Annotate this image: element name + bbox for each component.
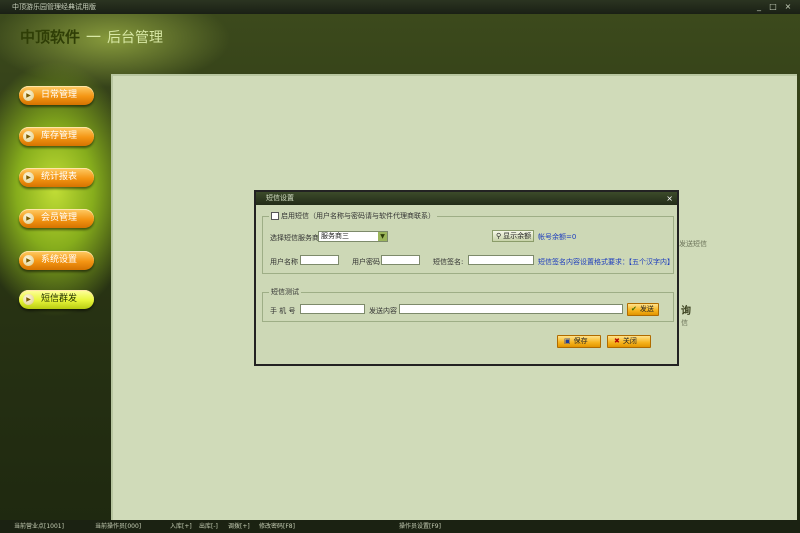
check-icon: ✔	[631, 305, 637, 313]
close-window-button[interactable]: ×	[783, 2, 793, 12]
account-balance: 帐号余额=0	[538, 233, 577, 241]
window-titlebar: 中顶游乐园管理经典试用版 _ □ ×	[0, 0, 800, 14]
button-label: 保存	[573, 337, 588, 345]
close-icon: ✖	[614, 337, 620, 345]
show-balance-button[interactable]: ⚲ 显示余额	[492, 230, 534, 242]
phone-field[interactable]	[300, 304, 365, 314]
play-icon: ▶	[23, 90, 34, 101]
sms-test-group: 短信测试 手 机 号 发送内容 ✔ 发送	[262, 287, 674, 322]
nav-sms-broadcast[interactable]: ▶ 短信群发	[19, 290, 94, 309]
status-operator: 当前操作员[000]	[95, 523, 142, 530]
floppy-disk-icon: ▣	[564, 337, 571, 345]
status-store: 当前营业点[1001]	[14, 523, 64, 530]
play-icon: ▶	[23, 255, 34, 266]
close-button[interactable]: ✖ 关闭	[607, 335, 651, 348]
button-label: 显示余额	[503, 232, 532, 240]
username-label: 用户名称	[270, 258, 298, 266]
send-button[interactable]: ✔ 发送	[627, 303, 659, 316]
close-icon[interactable]: ×	[666, 192, 673, 205]
sms-enable-group: 启用短信（用户名称与密码请与软件代理商联系） 选择短信服务商 服务商三 ▼ ⚲ 显…	[262, 211, 674, 274]
nav-daily-management[interactable]: ▶ 日常管理	[19, 86, 94, 105]
group-legend: 短信测试	[269, 287, 301, 297]
status-operator-settings[interactable]: 操作员设置[F9]	[399, 520, 441, 533]
phone-label: 手 机 号	[270, 307, 296, 315]
button-label: 发送	[639, 305, 654, 313]
play-icon: ▶	[23, 294, 34, 305]
nav-label: 系统设置	[41, 255, 78, 265]
brand-separator: 一	[86, 28, 102, 46]
signature-label: 短信签名:	[433, 258, 464, 266]
nav-label: 短信群发	[41, 294, 78, 304]
dialog-title: 短信设置	[266, 194, 294, 202]
window-title: 中顶游乐园管理经典试用版	[12, 3, 96, 11]
nav-member-management[interactable]: ▶ 会员管理	[19, 209, 94, 228]
nav-label: 日常管理	[41, 90, 78, 100]
status-stock-out[interactable]: 出库[-]	[199, 520, 218, 533]
play-icon: ▶	[23, 131, 34, 142]
nav-label: 会员管理	[41, 213, 78, 223]
username-field[interactable]	[300, 255, 339, 265]
maximize-button[interactable]: □	[768, 2, 778, 12]
app-brand: 中顶软件一后台管理	[20, 26, 163, 47]
content-label: 发送内容	[369, 307, 397, 315]
chevron-down-icon: ▼	[378, 232, 387, 241]
nav-label: 库存管理	[41, 131, 78, 141]
dialog-titlebar: 短信设置 ×	[256, 192, 677, 205]
sms-settings-dialog: 短信设置 × 启用短信（用户名称与密码请与软件代理商联系） 选择短信服务商 服务…	[254, 190, 679, 366]
background-label: 询	[681, 306, 691, 317]
status-bar: 当前营业点[1001] 当前操作员[000] 入库[+] 出库[-] 调拨[+]…	[0, 520, 800, 533]
brand-subtitle: 后台管理	[107, 30, 164, 46]
content-field[interactable]	[399, 304, 623, 314]
nav-system-settings[interactable]: ▶ 系统设置	[19, 251, 94, 270]
nav-label: 统计报表	[41, 172, 78, 182]
minimize-button[interactable]: _	[754, 2, 764, 12]
status-change-password[interactable]: 修改密码[F8]	[259, 520, 295, 533]
group-legend[interactable]: 启用短信（用户名称与密码请与软件代理商联系）	[269, 211, 437, 221]
button-label: 关闭	[622, 337, 637, 345]
password-label: 用户密码	[352, 258, 380, 266]
play-icon: ▶	[23, 213, 34, 224]
status-stock-in[interactable]: 入库[+]	[170, 520, 192, 533]
signature-hint: 短信签名内容设置格式要求：	[538, 258, 629, 266]
signature-rule: 【五个汉字内】	[625, 258, 674, 266]
status-transfer[interactable]: 调拨[+]	[228, 520, 250, 533]
play-icon: ▶	[23, 172, 34, 183]
password-field[interactable]	[381, 255, 420, 265]
save-button[interactable]: ▣ 保存	[557, 335, 601, 348]
search-icon: ⚲	[496, 232, 502, 240]
nav-statistics-reports[interactable]: ▶ 统计报表	[19, 168, 94, 187]
provider-label: 选择短信服务商	[270, 234, 319, 242]
enable-sms-checkbox[interactable]	[271, 212, 279, 220]
provider-select[interactable]: 服务商三 ▼	[318, 231, 388, 242]
background-label: 发送短信	[679, 240, 707, 248]
signature-field[interactable]	[468, 255, 534, 265]
nav-inventory-management[interactable]: ▶ 库存管理	[19, 127, 94, 146]
group-legend-text: 启用短信（用户名称与密码请与软件代理商联系）	[281, 212, 435, 220]
brand-name: 中顶软件	[20, 28, 81, 46]
provider-value: 服务商三	[321, 232, 349, 240]
background-label: 信	[681, 319, 688, 327]
